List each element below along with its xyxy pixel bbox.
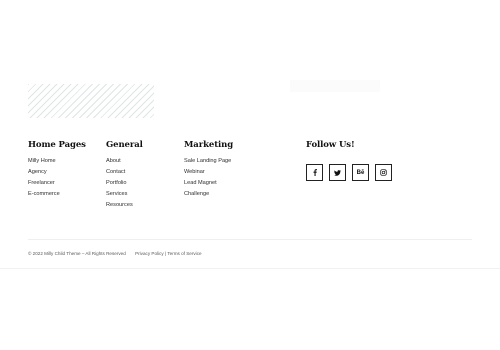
column-title: General bbox=[106, 140, 143, 150]
bottom-bar: © 2022 Milly Child Theme – All Rights Re… bbox=[28, 251, 202, 256]
footer-link[interactable]: Contact bbox=[106, 167, 143, 178]
footer-link[interactable]: Milly Home bbox=[28, 156, 86, 167]
footer-link[interactable]: E-commerce bbox=[28, 189, 86, 200]
logo-placeholder bbox=[28, 84, 154, 118]
footer-link[interactable]: Freelancer bbox=[28, 178, 86, 189]
column-title: Marketing bbox=[184, 140, 234, 150]
social-links: Bē bbox=[306, 164, 406, 184]
column-title: Follow Us! bbox=[306, 140, 355, 150]
footer-link[interactable]: Portfolio bbox=[106, 178, 143, 189]
footer-column-home-pages: Home Pages Milly Home Agency Freelancer … bbox=[28, 140, 86, 200]
footer-divider bbox=[28, 239, 472, 240]
footer-link[interactable]: Resources bbox=[106, 200, 143, 211]
footer-link[interactable]: Agency bbox=[28, 167, 86, 178]
terms-of-service-link[interactable]: Terms of Service bbox=[167, 251, 201, 256]
footer-link[interactable]: About bbox=[106, 156, 143, 167]
link-separator: | bbox=[164, 251, 167, 256]
page-divider bbox=[0, 268, 500, 269]
behance-icon[interactable]: Bē bbox=[352, 164, 369, 181]
footer-link[interactable]: Webinar bbox=[184, 167, 233, 178]
copyright-text: © 2022 Milly Child Theme – All Rights Re… bbox=[28, 251, 126, 256]
privacy-policy-link[interactable]: Privacy Policy bbox=[135, 251, 164, 256]
legal-links: Privacy Policy | Terms of Service bbox=[135, 251, 202, 256]
footer-link[interactable]: Lead Magnet bbox=[184, 178, 233, 189]
footer-link[interactable]: Sale Landing Page bbox=[184, 156, 233, 167]
footer-column-follow-us: Follow Us! Bē bbox=[306, 140, 392, 181]
footer-link[interactable]: Services bbox=[106, 189, 143, 200]
footer-column-general: General About Contact Portfolio Services… bbox=[106, 140, 143, 211]
behance-icon-text: Bē bbox=[356, 169, 365, 176]
twitter-icon[interactable] bbox=[329, 164, 346, 181]
footer-link[interactable]: Challenge bbox=[184, 189, 233, 200]
column-title: Home Pages bbox=[28, 140, 86, 150]
footer-column-marketing: Marketing Sale Landing Page Webinar Lead… bbox=[184, 140, 233, 200]
faint-placeholder bbox=[290, 80, 380, 92]
facebook-icon[interactable] bbox=[306, 164, 323, 181]
instagram-icon[interactable] bbox=[375, 164, 392, 181]
